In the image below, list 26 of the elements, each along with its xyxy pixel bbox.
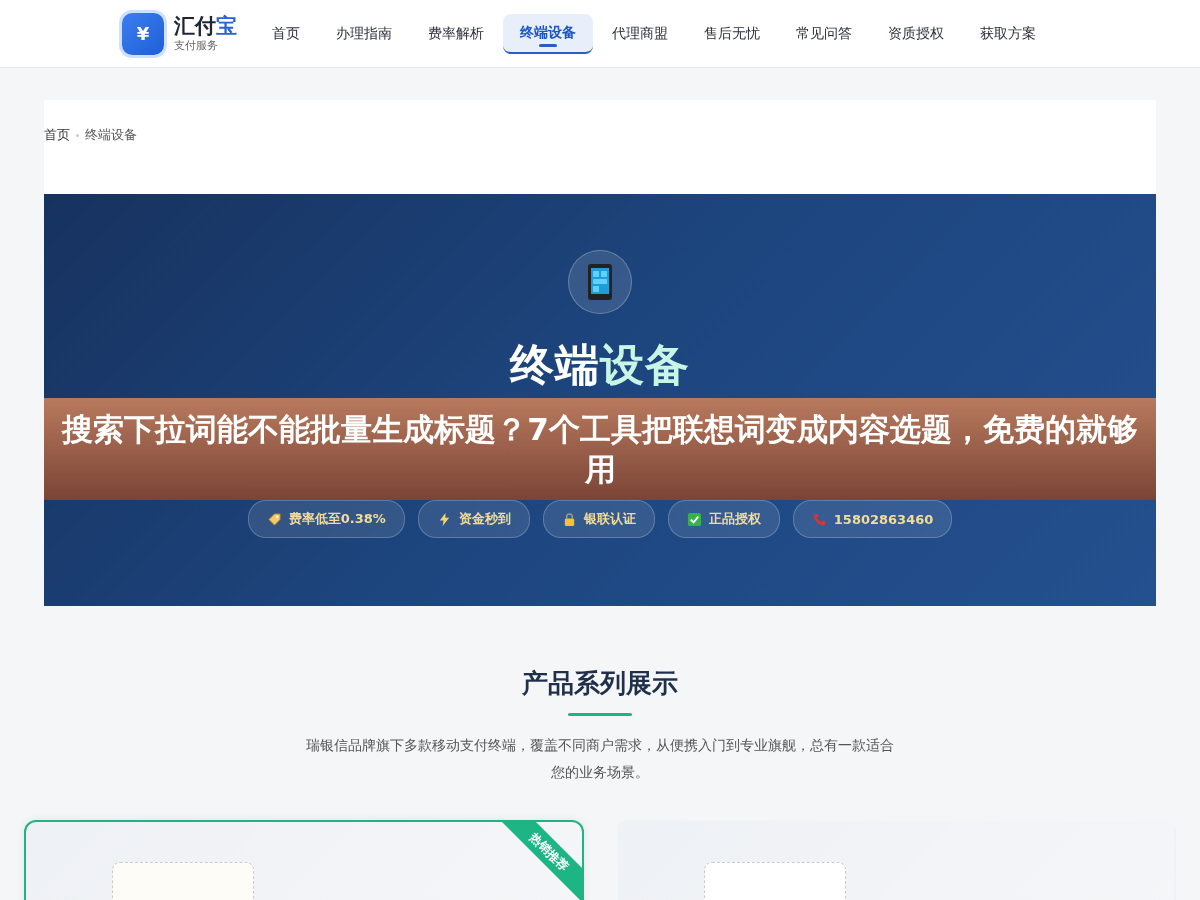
overlay-title: 搜索下拉词能不能批量生成标题？7个工具把联想词变成内容选题，免费的就够用 xyxy=(62,410,1138,489)
phone-icon xyxy=(588,264,612,300)
checkbox-icon xyxy=(686,511,702,527)
logo-icon[interactable]: ¥ xyxy=(122,12,164,55)
nav-tab[interactable]: 代理商盟 xyxy=(595,13,685,54)
badge-label: 15802863460 xyxy=(833,511,934,527)
nav-tab[interactable]: 费率解析 xyxy=(411,13,501,54)
nav-tab[interactable]: 资质授权 xyxy=(871,13,961,54)
section-description: 瑞银信品牌旗下多款移动支付终端，覆盖不同商户需求，从便携入门到专业旗舰，总有一款适合您的业务场景。 xyxy=(305,736,895,782)
badge-label: 资金秒到 xyxy=(458,510,511,528)
badge-label: 银联认证 xyxy=(583,510,636,528)
phone-icon xyxy=(811,511,827,527)
nav-tab[interactable]: 首页 xyxy=(255,13,317,54)
nav-tab[interactable]: 获取方案 xyxy=(963,13,1053,54)
nav-tab[interactable]: 售后无忧 xyxy=(687,13,777,54)
hero-title: 终端设备 xyxy=(510,338,690,392)
nav-tab[interactable]: 常见问答 xyxy=(779,13,869,54)
badge-label: 正品授权 xyxy=(708,510,761,528)
badge-label: 费率低至0.38% xyxy=(288,510,386,528)
nav-tab[interactable]: 终端设备 xyxy=(503,13,593,54)
breadcrumb-link[interactable]: 首页 xyxy=(44,126,70,144)
nav-tab[interactable]: 办理指南 xyxy=(319,13,409,54)
section-title: 产品系列展示 xyxy=(522,667,678,700)
brand-name: 汇付宝 xyxy=(174,14,237,38)
tag-icon xyxy=(266,511,282,527)
brand-subtitle: 支付服务 xyxy=(174,38,219,53)
